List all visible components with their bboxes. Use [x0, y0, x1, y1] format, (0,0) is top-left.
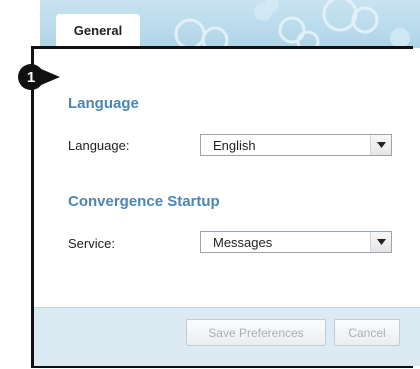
callout-badge: 1	[18, 64, 44, 90]
language-section-title: Language	[68, 95, 139, 112]
convergence-startup-section-title: Convergence Startup	[68, 193, 220, 210]
service-select-value: Messages	[213, 234, 273, 250]
language-select-value: English	[213, 137, 256, 153]
language-field-label: Language:	[68, 138, 130, 153]
chevron-down-icon[interactable]	[370, 135, 391, 155]
chevron-down-icon[interactable]	[370, 232, 391, 252]
tab-general-label: General	[73, 22, 123, 38]
preferences-content	[34, 49, 420, 307]
service-field-label: Service:	[68, 236, 115, 251]
cancel-button[interactable]: Cancel	[334, 319, 400, 346]
callout-number: 1	[26, 68, 36, 86]
save-preferences-button[interactable]: Save Preferences	[186, 319, 326, 346]
service-select[interactable]: Messages	[200, 231, 392, 253]
language-select[interactable]: English	[200, 134, 392, 156]
tab-general[interactable]: General	[56, 14, 140, 48]
